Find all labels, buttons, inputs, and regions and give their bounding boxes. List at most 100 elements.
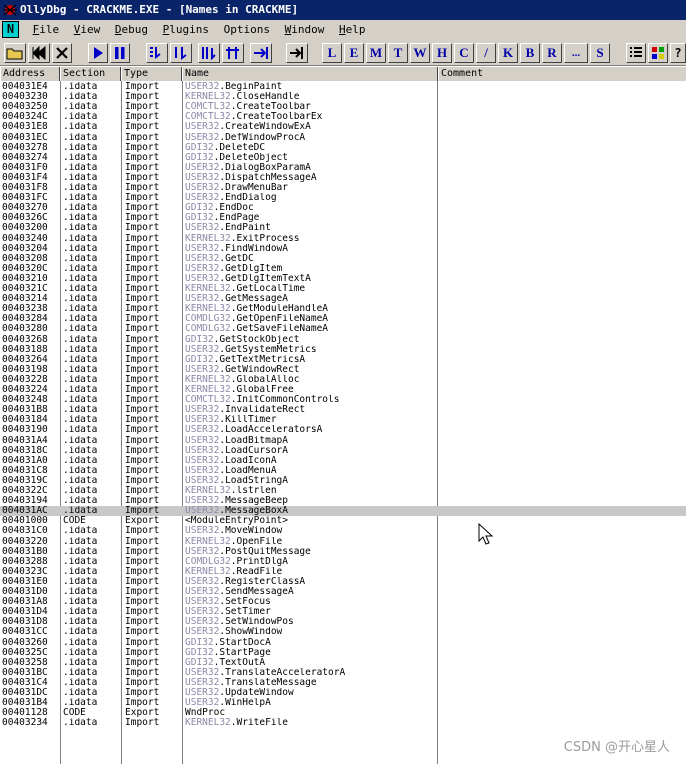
table-row[interactable]: 00403250 .idata Import COMCTL32.CreateToolb… [0,102,686,112]
table-row[interactable]: 00403210 .idata Import USER32.GetDlgItemTex… [0,274,686,284]
trace-into-icon[interactable] [198,43,220,63]
table-row[interactable]: 004031E4 .idata Import USER32.BeginPaint [0,82,686,92]
table-row[interactable]: 004031AC .idata Import USER32.MessageBoxA [0,506,686,517]
table-row[interactable]: 00403278 .idata Import GDI32.DeleteDC [0,143,686,153]
menu-help[interactable]: Help [335,20,370,40]
table-row[interactable]: 004031C4 .idata Import USER32.TranslateMess… [0,678,686,688]
table-row[interactable]: 00403198 .idata Import USER32.GetWindowRect [0,365,686,375]
header-address[interactable]: Address [0,67,60,81]
trace-over-icon[interactable] [222,43,244,63]
table-row[interactable]: 004031CC .idata Import USER32.ShowWindow [0,627,686,637]
toolbar-threads-button[interactable]: T [388,43,408,63]
table-row[interactable]: 00403288 .idata Import COMDLG32.PrintDlgA [0,557,686,567]
table-row[interactable]: 00403238 .idata Import KERNEL32.GetModuleHa… [0,304,686,314]
header-name[interactable]: Name [182,67,438,81]
table-row[interactable]: 00403184 .idata Import USER32.KillTimer [0,415,686,425]
table-row[interactable]: 004031F0 .idata Import USER32.DialogBoxPara… [0,163,686,173]
table-row[interactable]: 00403260 .idata Import GDI32.StartDocA [0,638,686,648]
table-row[interactable]: 004031B0 .idata Import USER32.PostQuitMessa… [0,547,686,557]
table-row[interactable]: 00403268 .idata Import GDI32.GetStockObject [0,335,686,345]
toolbar-executable-modules-button[interactable]: E [344,43,364,63]
table-row[interactable]: 004031BC .idata Import USER32.TranslateAcce… [0,668,686,678]
toolbar-call-stack-button[interactable]: K [498,43,518,63]
table-row[interactable]: 00403228 .idata Import KERNEL32.GlobalAlloc [0,375,686,385]
table-row[interactable]: 004031EC .idata Import USER32.DefWindowProc… [0,133,686,143]
run-icon[interactable] [88,43,108,63]
header-type[interactable]: Type [121,67,182,81]
table-row[interactable]: 00403188 .idata Import USER32.GetSystemMetr… [0,345,686,355]
toolbar-handles-button[interactable]: H [432,43,452,63]
table-row[interactable]: 004031D0 .idata Import USER32.SendMessageA [0,587,686,597]
table-row[interactable]: 00403234 .idata Import KERNEL32.WriteFile [0,718,686,728]
toolbar-breakpoints-button[interactable]: B [520,43,540,63]
table-row[interactable]: 004031C0 .idata Import USER32.MoveWindow [0,526,686,536]
table-row[interactable]: 00403224 .idata Import KERNEL32.GlobalFree [0,385,686,395]
table-row[interactable]: 0040326C .idata Import GDI32.EndPage [0,213,686,223]
table-row[interactable]: 00403194 .idata Import USER32.MessageBeep [0,496,686,506]
toolbar-source-button[interactable]: S [590,43,610,63]
execute-till-return-icon[interactable] [250,43,272,63]
table-row[interactable]: 0040322C .idata Import KERNEL32.lstrlen [0,486,686,496]
table-row[interactable]: 004031F8 .idata Import USER32.DrawMenuBar [0,183,686,193]
table-row[interactable]: 00403214 .idata Import USER32.GetMessageA [0,294,686,304]
table-row[interactable]: 0040321C .idata Import KERNEL32.GetLocalTim… [0,284,686,294]
step-into-icon[interactable] [146,43,168,63]
table-row[interactable]: 00401000 CODE Export <ModuleEntryPoint> [0,516,686,526]
table-row[interactable]: 00403258 .idata Import GDI32.TextOutA [0,658,686,668]
table-row[interactable]: 00403200 .idata Import USER32.EndPaint [0,223,686,233]
table-row[interactable]: 00401128 CODE Export WndProc [0,708,686,718]
table-row[interactable]: 00403208 .idata Import USER32.GetDC [0,254,686,264]
table-row[interactable]: 00403204 .idata Import USER32.FindWindowA [0,244,686,254]
table-row[interactable]: 004031B8 .idata Import USER32.InvalidateRec… [0,405,686,415]
toolbar-patches-button[interactable]: / [476,43,496,63]
close-icon[interactable] [52,43,72,63]
menu-window[interactable]: Window [281,20,329,40]
table-row[interactable]: 00403280 .idata Import COMDLG32.GetSaveFile… [0,324,686,334]
table-row[interactable]: 00403284 .idata Import COMDLG32.GetOpenFile… [0,314,686,324]
table-row[interactable]: 004031A8 .idata Import USER32.SetFocus [0,597,686,607]
table-row[interactable]: 004031B4 .idata Import USER32.WinHelpA [0,698,686,708]
go-to-address-icon[interactable] [286,43,308,63]
restart-icon[interactable] [28,43,50,63]
help-icon[interactable]: ? [670,43,686,63]
table-row[interactable]: 00403274 .idata Import GDI32.DeleteObject [0,153,686,163]
table-row[interactable]: 004031C8 .idata Import USER32.LoadMenuA [0,466,686,476]
toolbar-cpu-button[interactable]: C [454,43,474,63]
header-section[interactable]: Section [60,67,121,81]
table-row[interactable]: 0040318C .idata Import USER32.LoadCursorA [0,446,686,456]
table-row[interactable]: 0040324C .idata Import COMCTL32.CreateToolb… [0,112,686,122]
menu-view[interactable]: View [70,20,105,40]
table-row[interactable]: 00403220 .idata Import KERNEL32.OpenFile [0,537,686,547]
table-row[interactable]: 004031F4 .idata Import USER32.DispatchMessa… [0,173,686,183]
names-window-icon[interactable]: N [2,21,19,38]
menu-file[interactable]: File [29,20,64,40]
header-comment[interactable]: Comment [438,67,686,81]
table-row[interactable]: 004031A0 .idata Import USER32.LoadIconA [0,456,686,466]
menu-options[interactable]: Options [220,20,274,40]
table-row[interactable]: 00403248 .idata Import COMCTL32.InitCommonC… [0,395,686,405]
toolbar-memory-map-button[interactable]: M [366,43,386,63]
table-row[interactable]: 004031A4 .idata Import USER32.LoadBitmapA [0,436,686,446]
table-row[interactable]: 0040319C .idata Import USER32.LoadStringA [0,476,686,486]
step-over-icon[interactable] [170,43,192,63]
toolbar-log-button[interactable]: L [322,43,342,63]
menu-debug[interactable]: Debug [111,20,152,40]
table-row[interactable]: 004031D4 .idata Import USER32.SetTimer [0,607,686,617]
table-row[interactable]: 00403270 .idata Import GDI32.EndDoc [0,203,686,213]
table-row[interactable]: 00403240 .idata Import KERNEL32.ExitProcess [0,234,686,244]
table-row[interactable]: 0040320C .idata Import USER32.GetDlgItem [0,264,686,274]
toolbar-references-button[interactable]: R [542,43,562,63]
color-palette-icon[interactable] [648,43,668,63]
menu-plugins[interactable]: Plugins [159,20,213,40]
table-row[interactable]: 004031E8 .idata Import USER32.CreateWindowE… [0,122,686,132]
table-row[interactable]: 00403264 .idata Import GDI32.GetTextMetrics… [0,355,686,365]
list-view-icon[interactable] [626,43,646,63]
table-row[interactable]: 004031D8 .idata Import USER32.SetWindowPos [0,617,686,627]
toolbar-run-trace-button[interactable]: ... [564,43,588,63]
toolbar-windows-button[interactable]: W [410,43,430,63]
table-row[interactable]: 00403230 .idata Import KERNEL32.CloseHandle [0,92,686,102]
pause-icon[interactable] [110,43,130,63]
table-row[interactable]: 0040325C .idata Import GDI32.StartPage [0,648,686,658]
table-row[interactable]: 004031DC .idata Import USER32.UpdateWindow [0,688,686,698]
open-folder-icon[interactable] [4,43,26,63]
